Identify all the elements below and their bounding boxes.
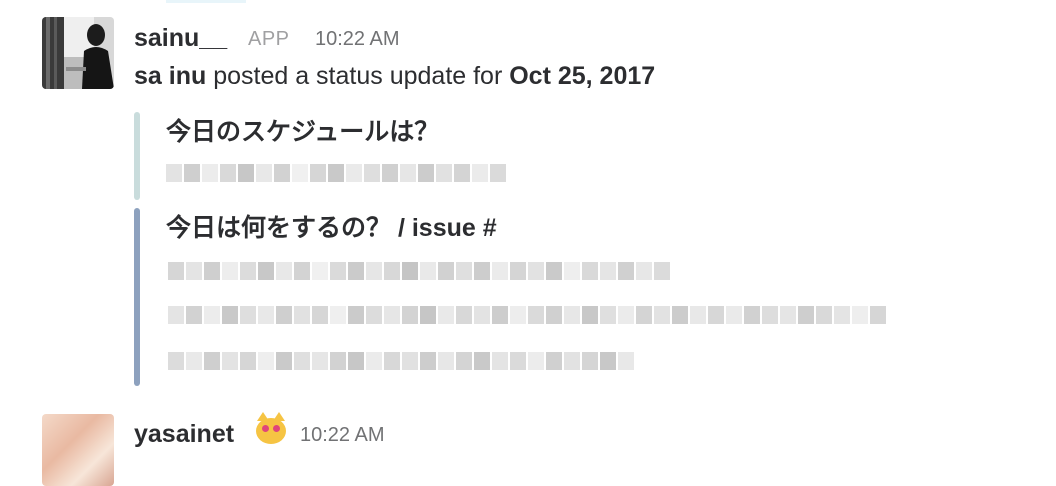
redacted-text [168,262,672,280]
body-text: posted a status update for [206,62,510,90]
next-message: yasainet 10:22 AM [0,400,1056,486]
heart-eyes-cat-icon [256,412,286,444]
avatar[interactable] [42,17,114,89]
timestamp[interactable]: 10:22 AM [315,28,400,51]
attachment-title: 今日のスケジュールは？ [166,118,440,146]
redacted-text [166,164,508,182]
attachment-color-bar [134,208,140,386]
status-date: Oct 25, 2017 [509,62,656,90]
attachment-title: 今日は何をするの？ / issue # [166,214,497,242]
message-body: sa inu posted a status update for Oct 25… [134,62,655,91]
sender-name[interactable]: yasainet [134,420,234,449]
app-badge: APP [248,28,290,50]
timestamp[interactable]: 10:22 AM [300,424,385,447]
previous-message-edge [166,0,246,3]
redacted-text [168,306,888,324]
attachment-color-bar [134,112,140,200]
redacted-text [168,352,636,370]
avatar[interactable] [42,414,114,486]
posted-by-name[interactable]: sa inu [134,62,206,90]
sender-name[interactable]: sainu__ [134,24,227,53]
